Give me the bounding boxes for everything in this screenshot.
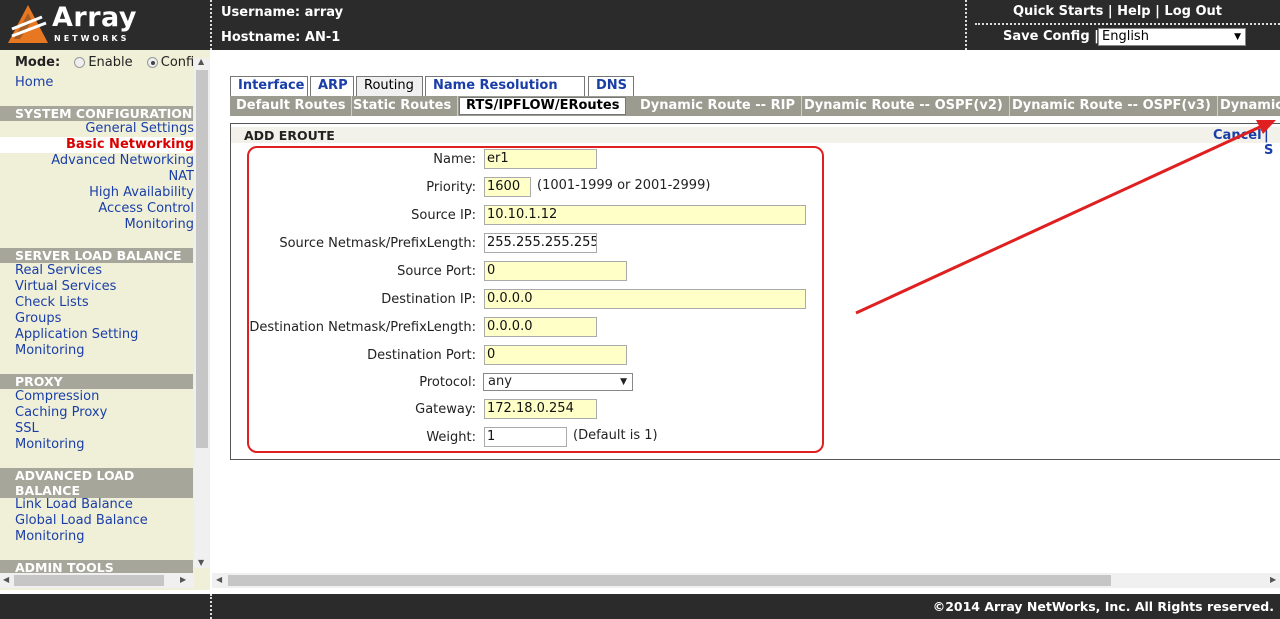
sidebar-item-compression[interactable]: Compression bbox=[15, 389, 99, 404]
scroll-up-icon[interactable]: ▲ bbox=[198, 57, 204, 66]
mode-selector: Mode: Enable Config bbox=[15, 55, 195, 70]
sidebar-item-slb-monitoring[interactable]: Monitoring bbox=[15, 343, 85, 358]
section-header-advanced-load-balance: ADVANCED LOAD BALANCE bbox=[0, 468, 193, 498]
mode-enable-label: Enable bbox=[88, 55, 133, 70]
header-divider-right bbox=[965, 0, 967, 50]
sidebar-item-alb-monitoring[interactable]: Monitoring bbox=[15, 529, 85, 544]
logo-subtitle: NETWORKS bbox=[54, 34, 130, 43]
header-dotted-divider bbox=[975, 23, 1280, 25]
panel-title: ADD EROUTE bbox=[244, 128, 335, 143]
scrollbar-thumb[interactable] bbox=[228, 575, 1111, 586]
scroll-left-icon[interactable]: ◀ bbox=[3, 575, 9, 584]
mode-enable-radio[interactable] bbox=[74, 57, 86, 68]
save-config-link[interactable]: Save Config | bbox=[1003, 29, 1099, 44]
sidebar-item-access-control[interactable]: Access Control bbox=[98, 201, 194, 216]
header-divider bbox=[210, 0, 212, 50]
mode-label: Mode: bbox=[15, 55, 61, 70]
mode-config-label: Config bbox=[160, 55, 195, 70]
scroll-right-icon[interactable]: ▶ bbox=[180, 575, 186, 584]
sidebar-item-basic-networking[interactable]: Basic Networking bbox=[66, 137, 194, 152]
sidebar-item-ssl[interactable]: SSL bbox=[15, 421, 39, 436]
help-link[interactable]: Help bbox=[1117, 4, 1150, 19]
subtab-rts-ipflow-eroutes[interactable]: RTS/IPFLOW/ERoutes bbox=[459, 97, 627, 115]
tab-interface[interactable]: Interface bbox=[230, 76, 308, 96]
footer: ©2014 Array NetWorks, Inc. All Rights re… bbox=[0, 594, 1280, 619]
quick-starts-link[interactable]: Quick Starts bbox=[1013, 4, 1103, 19]
section-header-server-load-balance: SERVER LOAD BALANCE bbox=[0, 248, 193, 263]
dropdown-arrow-icon: ▼ bbox=[1234, 32, 1241, 42]
top-header: Array NETWORKS Username: array Hostname:… bbox=[0, 0, 1280, 50]
logo-word: Array bbox=[52, 2, 138, 33]
scroll-left-icon[interactable]: ◀ bbox=[216, 575, 222, 584]
subtab-static-routes[interactable]: Static Routes bbox=[347, 96, 459, 116]
sidebar-item-check-lists[interactable]: Check Lists bbox=[15, 295, 89, 310]
sidebar-item-advanced-networking[interactable]: Advanced Networking bbox=[51, 153, 194, 168]
sidebar-home[interactable]: Home bbox=[15, 75, 53, 90]
sidebar: Mode: Enable Config Home SYSTEM CONFIGUR… bbox=[0, 50, 210, 590]
subtab-dynamic-route-ospf-v3[interactable]: Dynamic Route -- OSPF(v3) bbox=[1006, 96, 1218, 116]
cancel-link[interactable]: Cancel bbox=[1213, 128, 1262, 143]
array-networks-logo[interactable]: Array NETWORKS bbox=[8, 2, 148, 45]
tab-name-resolution-host[interactable]: Name Resolution Host bbox=[425, 76, 585, 111]
hostname-label: Hostname: AN-1 bbox=[221, 30, 341, 45]
sidebar-item-application-setting[interactable]: Application Setting bbox=[15, 327, 138, 342]
sidebar-item-global-load-balance[interactable]: Global Load Balance bbox=[15, 513, 148, 528]
scroll-down-icon[interactable]: ▼ bbox=[198, 558, 204, 567]
top-links: Quick Starts | Help | Log Out bbox=[1013, 4, 1222, 19]
subtab-dynamic-route-rip[interactable]: Dynamic Route -- RIP bbox=[634, 96, 802, 116]
section-header-system-configuration: SYSTEM CONFIGURATION bbox=[0, 106, 193, 121]
logout-link[interactable]: Log Out bbox=[1164, 4, 1222, 19]
footer-divider bbox=[210, 594, 212, 619]
sidebar-vertical-scrollbar[interactable]: ▲ ▼ bbox=[194, 57, 210, 568]
main-content: Interface ARP Routing Name Resolution Ho… bbox=[212, 50, 1280, 590]
subtab-dynamic-route-ospf-v2[interactable]: Dynamic Route -- OSPF(v2) bbox=[798, 96, 1010, 116]
panel-header: ADD EROUTE Cancel | S bbox=[231, 127, 1280, 158]
link-separator: | bbox=[1107, 4, 1113, 19]
subtab-bar: Default Routes Static Routes RTS/IPFLOW/… bbox=[230, 96, 1280, 116]
subtab-dynamic-more[interactable]: Dynamic bbox=[1214, 96, 1280, 116]
sidebar-item-system-monitoring[interactable]: Monitoring bbox=[124, 217, 194, 232]
scrollbar-thumb[interactable] bbox=[14, 575, 164, 586]
sidebar-item-link-load-balance[interactable]: Link Load Balance bbox=[15, 497, 133, 512]
sidebar-item-proxy-monitoring[interactable]: Monitoring bbox=[15, 437, 85, 452]
sidebar-item-high-availability[interactable]: High Availability bbox=[89, 185, 194, 200]
tab-dns[interactable]: DNS bbox=[588, 76, 634, 96]
content-horizontal-scrollbar[interactable]: ◀ ▶ bbox=[212, 573, 1280, 588]
scrollbar-thumb[interactable] bbox=[196, 70, 208, 448]
sidebar-item-groups[interactable]: Groups bbox=[15, 311, 61, 326]
section-header-admin-tools: ADMIN TOOLS bbox=[0, 560, 193, 573]
username-label: Username: array bbox=[221, 5, 344, 20]
link-separator: | bbox=[1155, 4, 1160, 19]
tab-arp[interactable]: ARP bbox=[310, 76, 354, 96]
section-header-proxy: PROXY bbox=[0, 374, 193, 389]
tab-routing[interactable]: Routing bbox=[356, 76, 423, 96]
sidebar-item-real-services[interactable]: Real Services bbox=[15, 263, 102, 278]
sidebar-item-virtual-services[interactable]: Virtual Services bbox=[15, 279, 116, 294]
sidebar-item-caching-proxy[interactable]: Caching Proxy bbox=[15, 405, 107, 420]
sidebar-horizontal-scrollbar[interactable]: ◀ ▶ bbox=[0, 573, 194, 588]
annotation-highlight-box bbox=[247, 146, 824, 453]
copyright-text: ©2014 Array NetWorks, Inc. All Rights re… bbox=[932, 599, 1274, 614]
array-logo-icon bbox=[8, 5, 48, 43]
language-value: English bbox=[1102, 29, 1149, 44]
sidebar-item-nat[interactable]: NAT bbox=[168, 169, 194, 184]
sidebar-item-general-settings[interactable]: General Settings bbox=[85, 121, 194, 136]
mode-config-radio[interactable] bbox=[146, 57, 158, 68]
scroll-right-icon[interactable]: ▶ bbox=[1270, 575, 1276, 584]
save-link[interactable]: | S bbox=[1264, 128, 1280, 158]
subtab-default-routes[interactable]: Default Routes bbox=[230, 96, 353, 116]
language-select[interactable]: English ▼ bbox=[1098, 28, 1246, 46]
